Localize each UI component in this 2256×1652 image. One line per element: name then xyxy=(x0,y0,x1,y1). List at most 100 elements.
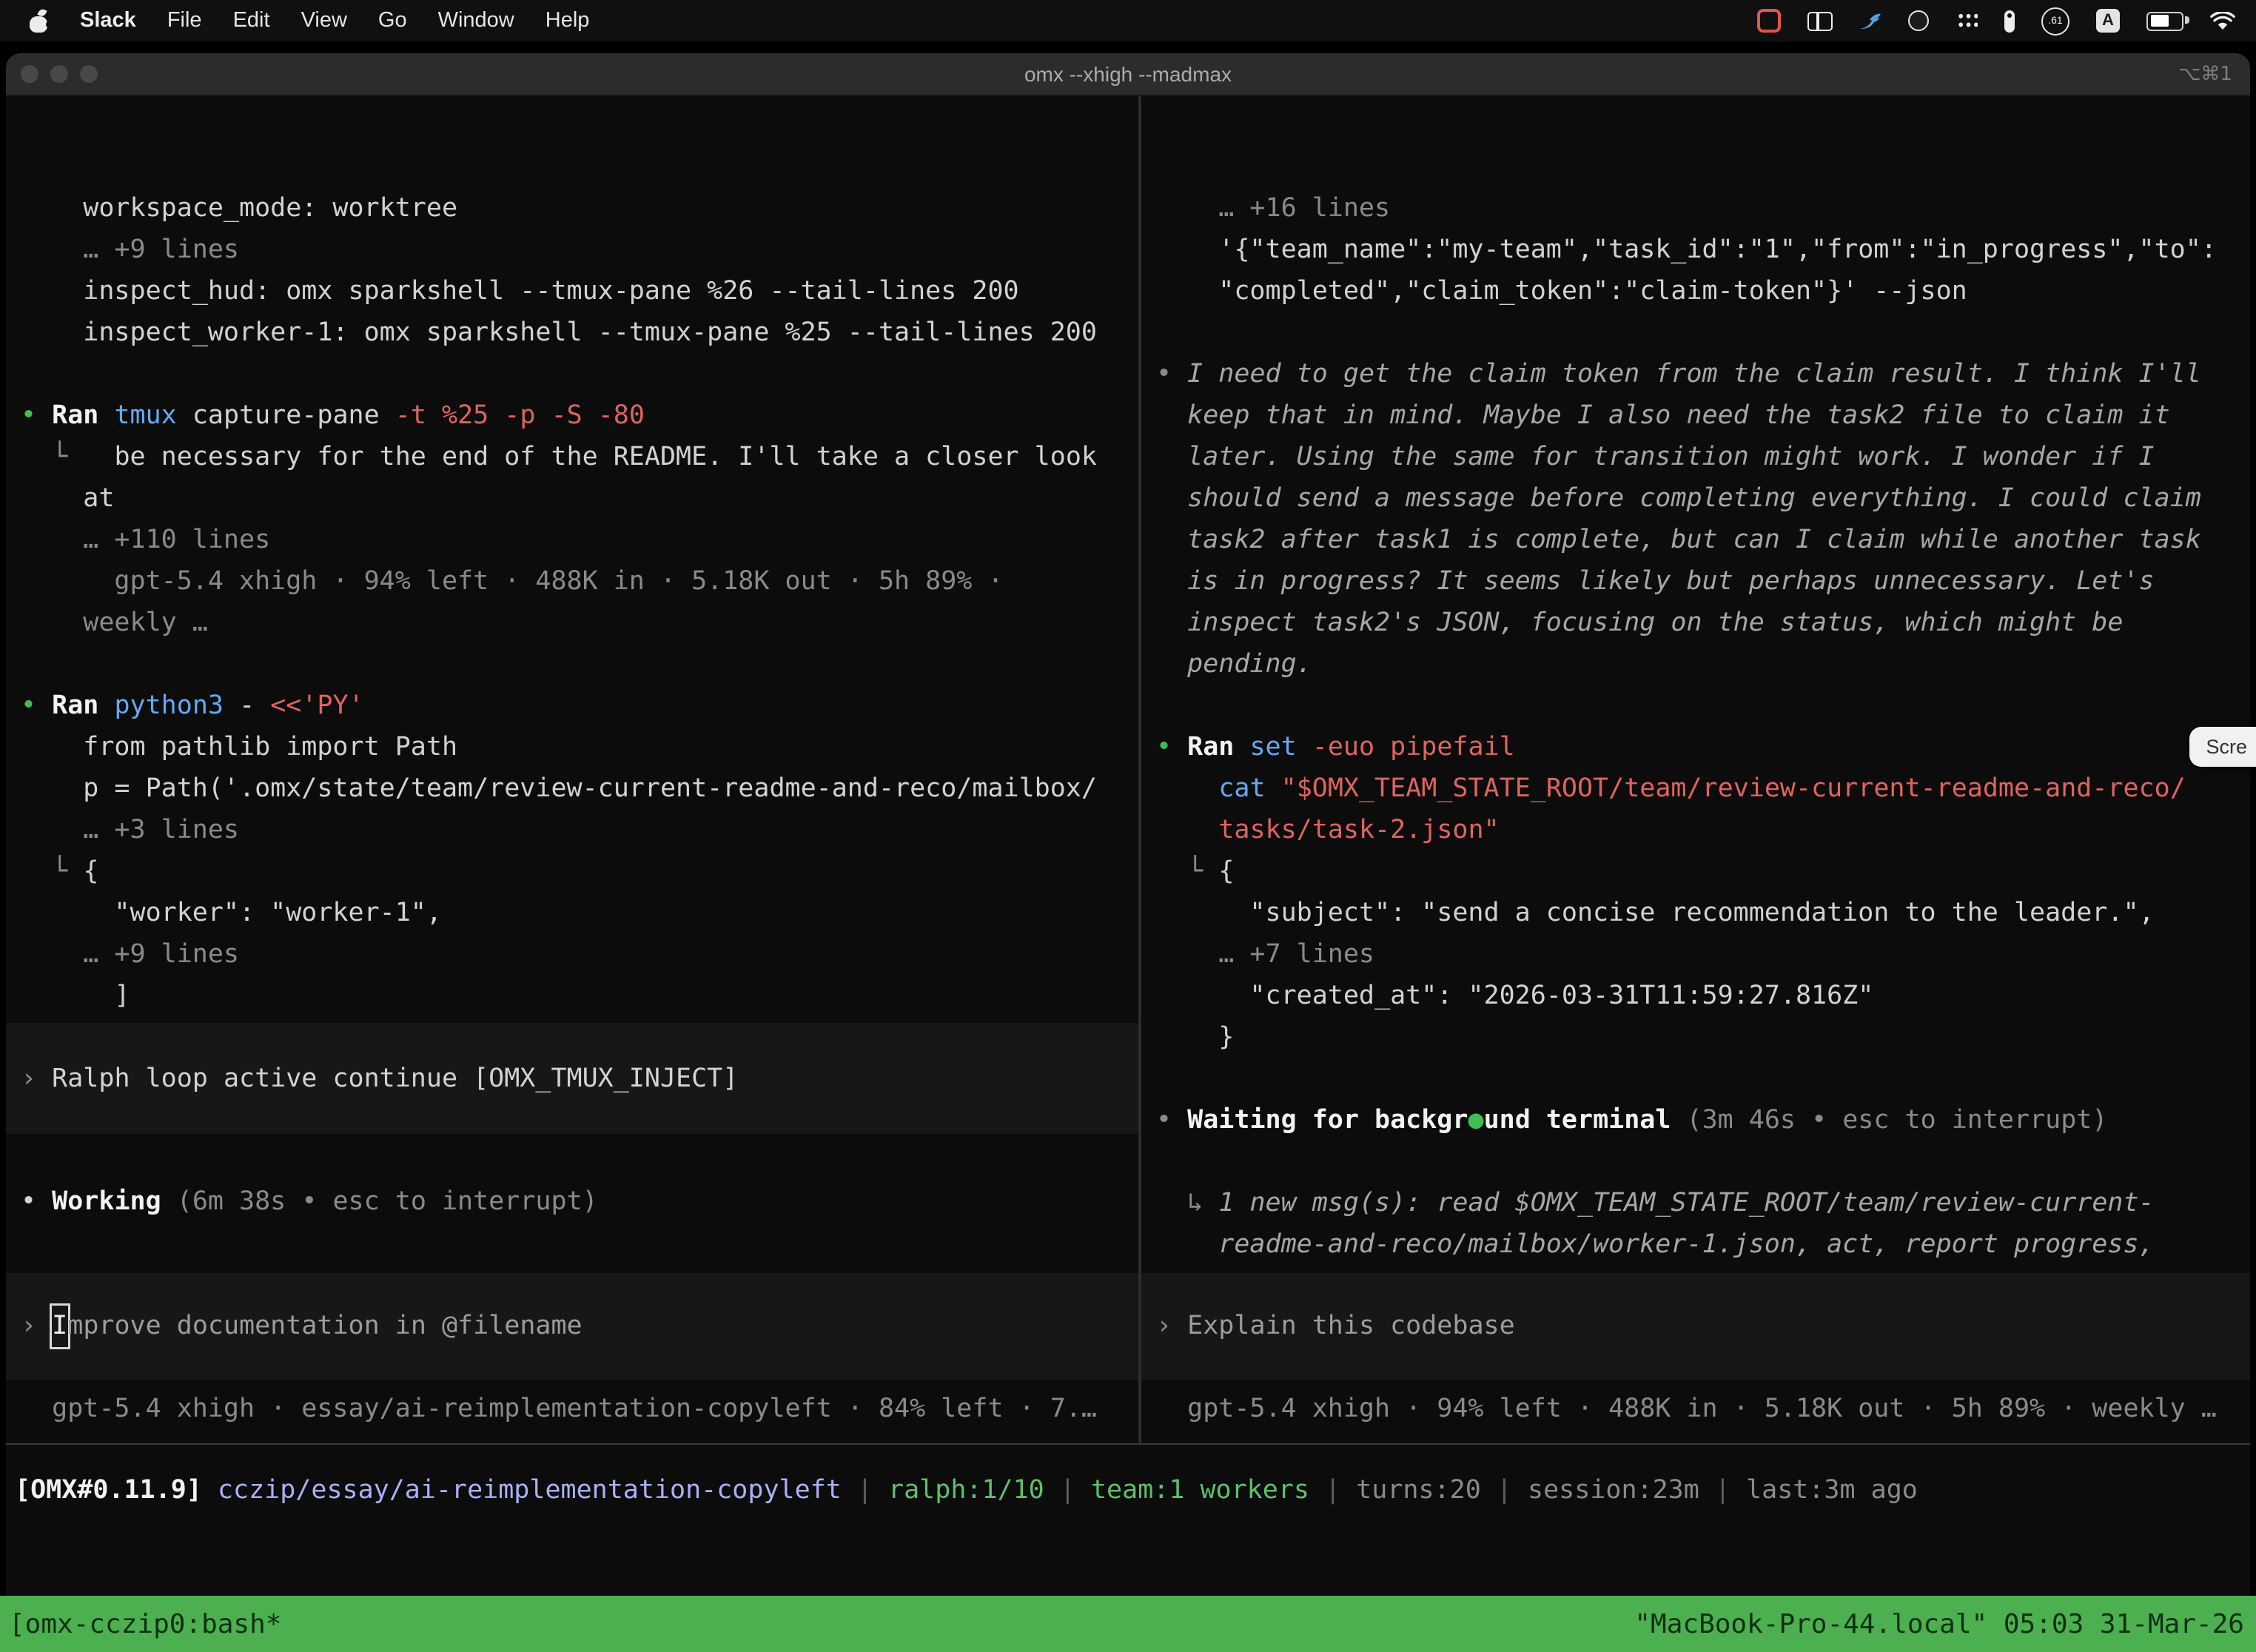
menu-item[interactable]: View xyxy=(301,9,347,33)
terminal-line: ↳ 1 new msg(s): read $OMX_TEAM_STATE_ROO… xyxy=(1156,1183,2250,1224)
minimize-button[interactable] xyxy=(50,65,68,83)
terminal-pane-right[interactable]: … +16 lines '{"team_name":"my-team","tas… xyxy=(1141,96,2250,1443)
apple-menu-icon[interactable] xyxy=(30,9,49,33)
text-segment: › xyxy=(21,1306,52,1347)
text-segment: • xyxy=(21,401,52,431)
text-segment: Ran xyxy=(52,691,114,721)
text-segment: | xyxy=(1481,1476,1528,1505)
text-segment: last:3m ago xyxy=(1746,1476,1918,1505)
text-segment: python3 xyxy=(114,691,239,721)
text-segment: } xyxy=(1156,1023,1234,1052)
text-segment: be necessary for the end of the README. … xyxy=(114,443,1097,472)
terminal-line: • Waiting for backgr●und terminal (3m 46… xyxy=(1156,1100,2250,1141)
terminal-line: └ { xyxy=(1156,851,2250,893)
text-segment: Working xyxy=(52,1187,177,1217)
tmux-panes: workspace_mode: worktree … +9 lines insp… xyxy=(6,96,2250,1443)
text-segment: <<'PY' xyxy=(270,691,363,721)
tmux-status-bar: [omx-cczip0:bash* "MacBook-Pro-44.local"… xyxy=(0,1596,2256,1652)
window-grid-icon[interactable] xyxy=(1807,11,1833,30)
text-segment: task2 after task1 is complete, but can I… xyxy=(1156,526,2201,555)
menu-item[interactable]: Go xyxy=(378,9,407,33)
text-segment: session:23m xyxy=(1528,1476,1699,1505)
window-title: omx --xhigh --madmax xyxy=(6,62,2250,86)
screen-record-icon[interactable] xyxy=(1757,9,1781,33)
text-segment: Ran xyxy=(52,401,114,431)
battery-icon[interactable] xyxy=(2146,11,2183,30)
key-icon[interactable] xyxy=(2004,10,2015,32)
text-segment: later. Using the same for transition mig… xyxy=(1156,443,2155,472)
app-grid-icon[interactable] xyxy=(1955,10,1978,31)
screen-share-popup[interactable]: Scre xyxy=(2189,727,2256,767)
terminal-line: • Ran set -euo pipefail xyxy=(1156,727,2250,768)
text-segment: (6m 38s • esc to interrupt) xyxy=(177,1187,598,1217)
text-segment: pending. xyxy=(1156,650,1312,679)
terminal-line: weekly … xyxy=(21,602,1138,644)
text-segment: -t %25 -p -S -80 xyxy=(395,401,645,431)
menu-item[interactable]: Edit xyxy=(233,9,270,33)
keyboard-input-icon[interactable]: A xyxy=(2096,9,2120,33)
window-shortcut-hint: ⌥⌘1 xyxy=(2178,63,2232,85)
menu-item[interactable]: Window xyxy=(438,9,514,33)
terminal-line: "subject": "send a concise recommendatio… xyxy=(1156,893,2250,934)
text-segment: inspect_hud: omx sparkshell --tmux-pane … xyxy=(21,277,1019,306)
terminal-line: later. Using the same for transition mig… xyxy=(1156,437,2250,478)
text-segment: weekly … xyxy=(21,608,208,638)
terminal-line: task2 after task1 is complete, but can I… xyxy=(1156,520,2250,561)
menu-status-icons: .61 A xyxy=(1757,7,2256,35)
window-titlebar[interactable]: omx --xhigh --madmax ⌥⌘1 xyxy=(6,53,2250,96)
terminal-line: from pathlib import Path xyxy=(21,727,1138,768)
text-segment: '{"team_name":"my-team","task_id":"1","f… xyxy=(1156,235,2217,265)
menu-item[interactable]: Help xyxy=(545,9,590,33)
terminal-line: … +9 lines xyxy=(21,934,1138,976)
terminal-line: inspect_hud: omx sparkshell --tmux-pane … xyxy=(21,271,1138,312)
blue-app-icon[interactable] xyxy=(1859,11,1881,30)
text-segment: capture-pane xyxy=(192,401,395,431)
text-segment: set xyxy=(1249,733,1312,762)
terminal-line: • Ran python3 - <<'PY' xyxy=(21,685,1138,727)
terminal-line: '{"team_name":"my-team","task_id":"1","f… xyxy=(1156,229,2250,271)
menu-item[interactable]: File xyxy=(167,9,202,33)
menu-bar-left: Slack File Edit View Go Window Help xyxy=(0,9,589,33)
prompt-input-left[interactable]: › Improve documentation in @filename xyxy=(6,1273,1138,1380)
terminal-line: pending. xyxy=(1156,644,2250,685)
text-segment: … +7 lines xyxy=(1156,940,1374,970)
text-segment: | xyxy=(1309,1476,1356,1505)
text-segment: ↳ xyxy=(1156,1189,1218,1218)
text-segment: und terminal xyxy=(1484,1106,1687,1135)
terminal-pane-left[interactable]: workspace_mode: worktree … +9 lines insp… xyxy=(6,96,1138,1443)
text-segment: "subject": "send a concise recommendatio… xyxy=(1156,899,2155,928)
text-segment: • xyxy=(1156,360,1187,389)
omx-status-line: [OMX#0.11.9] cczip/essay/ai-reimplementa… xyxy=(15,1470,2250,1511)
text-segment: "worker": "worker-1", xyxy=(21,899,442,928)
text-segment: - xyxy=(239,691,270,721)
text-segment: Waiting for backgr xyxy=(1187,1106,1468,1135)
terminal-line: is in progress? It seems likely but perh… xyxy=(1156,561,2250,602)
terminal-line: p = Path('.omx/state/team/review-current… xyxy=(21,768,1138,810)
wifi-icon[interactable] xyxy=(2210,11,2235,30)
text-segment: gpt-5.4 xhigh · essay/ai-reimplementatio… xyxy=(21,1394,1097,1424)
traffic-lights xyxy=(6,65,98,83)
round-app-icon[interactable] xyxy=(1908,10,1929,31)
app-menu-slack[interactable]: Slack xyxy=(80,9,136,33)
terminal-line: ] xyxy=(21,976,1138,1017)
terminal-line: … +7 lines xyxy=(1156,934,2250,976)
terminal-line: … +3 lines xyxy=(21,810,1138,851)
tmux-session-label: [omx-cczip0:bash* xyxy=(9,1608,281,1639)
text-segment: … +3 lines xyxy=(21,816,239,845)
gauge-icon[interactable]: .61 xyxy=(2041,7,2069,35)
terminal-line: } xyxy=(1156,1017,2250,1058)
menu-items: File Edit View Go Window Help xyxy=(167,9,590,33)
model-status-left: gpt-5.4 xhigh · essay/ai-reimplementatio… xyxy=(21,1389,1097,1430)
text-segment: 1 new msg(s): read $OMX_TEAM_STATE_ROOT/… xyxy=(1218,1189,2154,1218)
terminal-line: workspace_mode: worktree xyxy=(21,188,1138,229)
text-segment: I need to get the claim token from the c… xyxy=(1187,360,2201,389)
prompt-input-right[interactable]: › Explain this codebase xyxy=(1141,1273,2250,1380)
text-segment: gpt-5.4 xhigh · 94% left · 488K in · 5.1… xyxy=(21,567,1004,597)
close-button[interactable] xyxy=(21,65,38,83)
text-segment: (3m 46s • esc to interrupt) xyxy=(1687,1106,2108,1135)
zoom-button[interactable] xyxy=(80,65,98,83)
text-segment xyxy=(1156,816,1218,845)
terminal-line: keep that in mind. Maybe I also need the… xyxy=(1156,395,2250,437)
text-segment: tasks/task-2.json" xyxy=(1218,816,1499,845)
text-segment: mprove documentation in @filename xyxy=(67,1306,582,1347)
